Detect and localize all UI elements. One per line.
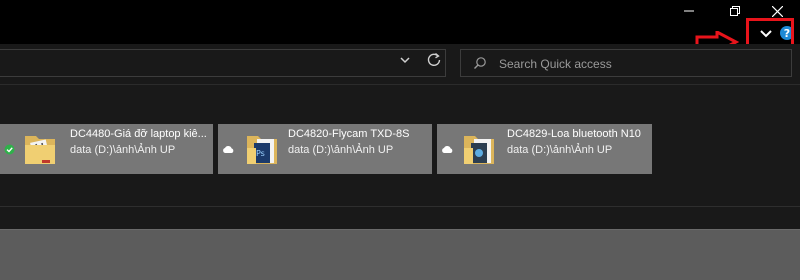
restore-icon <box>730 6 740 16</box>
search-box[interactable]: Search Quick access <box>460 49 792 77</box>
cloud-icon <box>223 146 234 153</box>
folder-name: DC4829-Loa bluetooth N10 <box>507 128 641 140</box>
search-placeholder: Search Quick access <box>499 57 612 71</box>
folder-icon <box>25 136 55 164</box>
folder-tile[interactable]: Ps DC4820-Flycam TXD-8S data (D:)\ảnh\Ản… <box>218 124 432 174</box>
folder-icon <box>464 136 494 164</box>
minimize-button[interactable] <box>666 0 712 22</box>
synced-check-icon <box>4 144 15 155</box>
folder-name: DC4820-Flycam TXD-8S <box>288 128 410 140</box>
folder-icon: Ps <box>247 136 277 164</box>
folder-path: data (D:)\ảnh\Ảnh UP <box>70 144 176 156</box>
svg-text:Ps: Ps <box>256 149 265 158</box>
section-divider <box>0 206 800 207</box>
navigation-toolbar: Search Quick access <box>0 44 800 85</box>
folder-path: data (D:)\ảnh\Ảnh UP <box>507 144 613 156</box>
folder-tile[interactable]: DC4480-Giá đỡ laptop kiê... data (D:)\ản… <box>0 124 213 174</box>
address-history-chevron-icon[interactable] <box>397 52 413 68</box>
cloud-icon <box>442 146 453 153</box>
refresh-icon[interactable] <box>425 51 443 69</box>
folder-name: DC4480-Giá đỡ laptop kiê... <box>70 128 207 140</box>
title-bar: ? <box>0 0 800 44</box>
folder-path: data (D:)\ảnh\Ảnh UP <box>288 144 394 156</box>
recent-files-header <box>0 229 800 280</box>
search-icon <box>474 57 486 69</box>
minimize-icon <box>684 10 694 12</box>
folder-tile[interactable]: DC4829-Loa bluetooth N10 data (D:)\ảnh\Ả… <box>437 124 652 174</box>
address-bar[interactable] <box>0 49 446 77</box>
close-icon <box>771 5 783 17</box>
